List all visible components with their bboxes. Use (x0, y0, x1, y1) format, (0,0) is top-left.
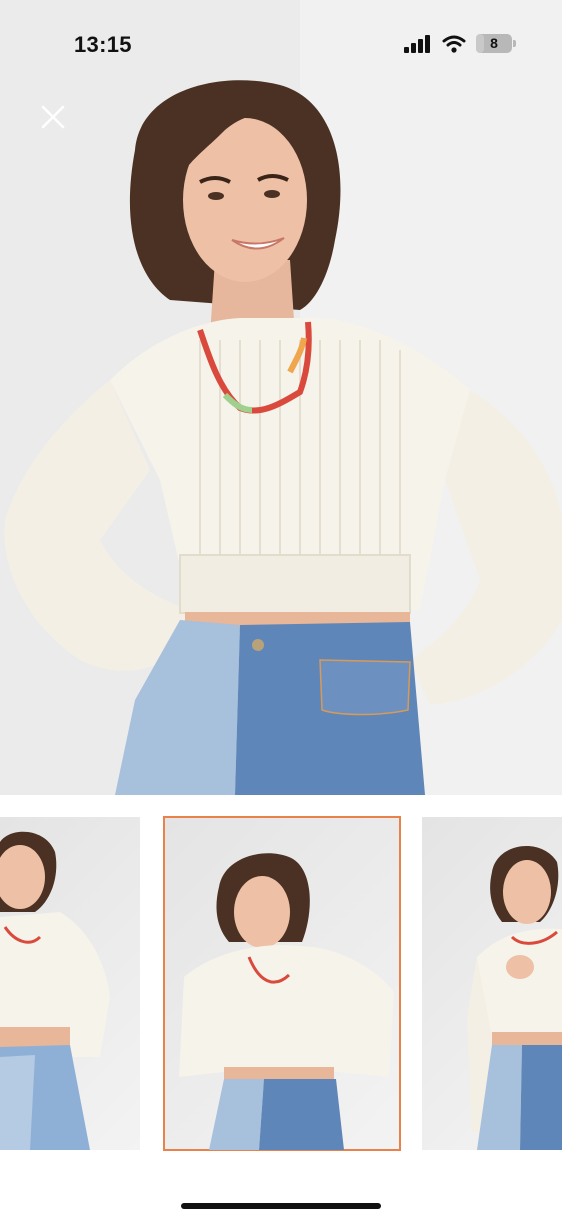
main-product-image[interactable] (0, 0, 562, 795)
thumbnail-1-image (0, 831, 110, 1150)
battery-level: 8 (490, 35, 498, 51)
wifi-icon (442, 35, 466, 53)
thumbnail-3-image (467, 845, 562, 1150)
signal-icon (404, 34, 430, 53)
thumbnail-2-image (179, 853, 394, 1150)
model-photo (0, 0, 562, 795)
thumbnail-1[interactable] (0, 817, 140, 1150)
close-button[interactable] (36, 100, 70, 134)
battery-icon: 8 (476, 34, 516, 53)
home-indicator[interactable] (181, 1203, 381, 1209)
thumbnail-3[interactable] (422, 817, 562, 1150)
status-time: 13:15 (74, 32, 132, 57)
status-bar: 13:15 8 (0, 0, 562, 90)
status-icons: 8 (404, 34, 516, 53)
battery-nub (513, 40, 516, 47)
close-icon (41, 105, 65, 129)
thumbnail-2-selected[interactable] (163, 816, 401, 1151)
thumbnail-strip[interactable] (0, 795, 562, 1175)
